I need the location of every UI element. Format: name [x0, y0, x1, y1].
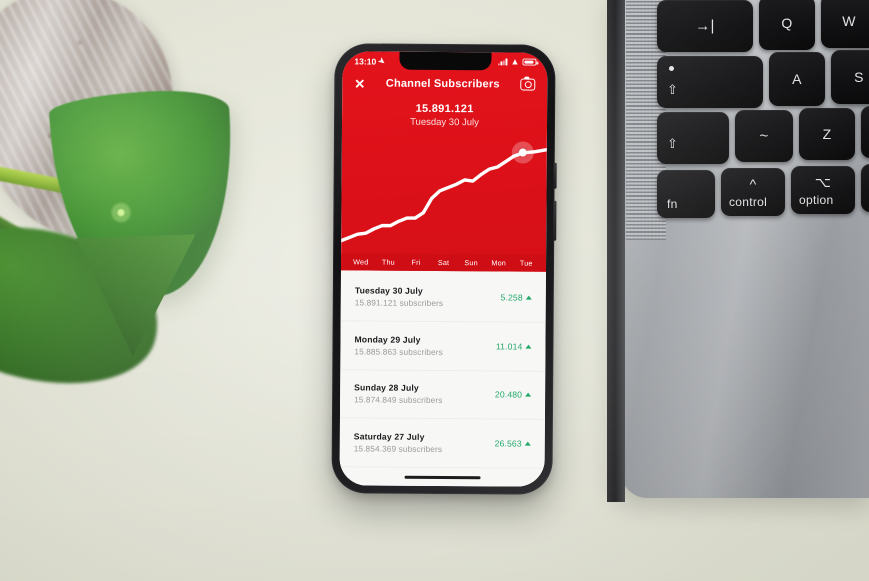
- summary-date: Tuesday 30 July: [410, 116, 479, 129]
- summary-count: 15.891.121: [415, 102, 474, 116]
- list-item-delta: 20.480: [494, 389, 532, 400]
- list-item[interactable]: Tuesday 30 July 15.891.121 subscribers 5…: [340, 272, 546, 323]
- key-shift[interactable]: ⇧: [657, 112, 729, 164]
- phone-screen: 13:10 ➤ ▲ ✕ Channel Subscribers 15.891.1…: [339, 51, 548, 487]
- status-bar-right: ▲: [498, 56, 537, 67]
- key-tab[interactable]: →|: [657, 0, 753, 52]
- key-a[interactable]: A: [769, 52, 825, 106]
- list-item-text: Tuesday 30 July 15.891.121 subscribers: [355, 285, 444, 308]
- key-label: option: [799, 193, 834, 207]
- key-z[interactable]: Z: [799, 108, 855, 160]
- close-x-icon[interactable]: ✕: [354, 76, 365, 91]
- key-w[interactable]: W: [821, 0, 869, 48]
- list-item[interactable]: Saturday 27 July 15.854.369 subscribers …: [339, 418, 545, 469]
- delta-value: 26.563: [494, 438, 522, 449]
- list-item-delta: 26.563: [494, 438, 531, 449]
- key-label: Q: [781, 15, 793, 31]
- cellular-signal-icon: [498, 58, 508, 66]
- list-item-text: Monday 29 July 15.885.863 subscribers: [354, 334, 443, 357]
- key-caps-lock[interactable]: ⇧: [657, 56, 763, 108]
- list-item-delta: 11.014: [496, 341, 532, 351]
- laptop-keyboard: →| Q W ⇧ A S ⇧ ~ Z fn ^ control ⌥ option: [657, 0, 869, 232]
- list-item-title: Tuesday 30 July: [354, 285, 423, 296]
- list-item-subtitle: 15.854.369 subscribers: [353, 444, 443, 455]
- tilde-glyph-icon: ~: [759, 127, 769, 145]
- app-header-section: 13:10 ➤ ▲ ✕ Channel Subscribers 15.891.1…: [340, 51, 548, 272]
- trend-up-icon: [525, 295, 532, 300]
- list-item-title: Saturday 27 July: [353, 431, 425, 442]
- chart-line-path: [341, 148, 547, 243]
- page-title: Channel Subscribers: [385, 77, 500, 91]
- caps-lock-indicator-icon: [669, 66, 674, 71]
- status-bar-time: 13:10: [354, 55, 377, 67]
- list-item[interactable]: Sunday 28 July 15.874.849 subscribers 20…: [339, 369, 546, 420]
- control-caret-icon: ^: [749, 176, 757, 192]
- chart-marker-dot[interactable]: [519, 148, 528, 157]
- key-s[interactable]: S: [831, 50, 869, 104]
- key-fn[interactable]: fn: [657, 170, 715, 218]
- key-q[interactable]: Q: [759, 0, 815, 50]
- smartphone-device: 13:10 ➤ ▲ ✕ Channel Subscribers 15.891.1…: [331, 43, 557, 495]
- key-label: control: [729, 195, 768, 209]
- list-item-subtitle: 15.874.849 subscribers: [354, 395, 443, 406]
- list-item-title: Sunday 28 July: [354, 382, 419, 394]
- key-x[interactable]: [861, 106, 869, 158]
- daily-stats-list: Tuesday 30 July 15.891.121 subscribers 5…: [339, 270, 546, 487]
- list-item-subtitle: 15.891.121 subscribers: [354, 298, 444, 308]
- phone-side-button-upper[interactable]: [553, 162, 557, 189]
- status-bar-left: 13:10 ➤: [354, 55, 387, 67]
- plant-group: [0, 0, 300, 500]
- axis-tick-wed: Wed: [353, 257, 369, 267]
- axis-tick-mon: Mon: [491, 258, 507, 268]
- summary-block: 15.891.121 Tuesday 30 July: [342, 96, 547, 132]
- camera-icon[interactable]: [520, 78, 536, 91]
- list-item-text: Saturday 27 July 15.854.369 subscribers: [354, 432, 443, 455]
- key-label: W: [842, 13, 856, 29]
- chart-x-axis-labels: Wed Thu Fri Sat Sun Mon Tue: [340, 253, 547, 272]
- shift-arrow-icon: ⇧: [667, 136, 679, 151]
- list-item-text: Sunday 28 July 15.874.849 subscribers: [354, 383, 443, 406]
- trend-up-icon: [525, 392, 532, 397]
- location-arrow-icon: ➤: [376, 55, 387, 67]
- axis-tick-tue: Tue: [519, 258, 533, 268]
- delta-value: 11.014: [495, 340, 523, 352]
- wifi-icon: ▲: [510, 56, 520, 67]
- bark-speck: [77, 40, 82, 46]
- key-label: S: [854, 69, 864, 85]
- key-option[interactable]: ⌥ option: [791, 166, 855, 214]
- laptop-edge: [607, 0, 625, 502]
- home-indicator-area: [339, 467, 545, 487]
- axis-tick-sat: Sat: [437, 257, 450, 268]
- key-label: Z: [822, 126, 832, 142]
- key-tilde[interactable]: ~: [735, 110, 793, 162]
- key-command[interactable]: [861, 164, 869, 212]
- trend-up-icon: [525, 344, 532, 349]
- laptop-group: →| Q W ⇧ A S ⇧ ~ Z fn ^ control ⌥ option: [607, 0, 869, 581]
- status-bar: 13:10 ➤ ▲: [342, 51, 547, 71]
- caps-lock-arrow-icon: ⇧: [667, 82, 679, 97]
- axis-tick-fri: Fri: [411, 257, 421, 267]
- delta-value: 20.480: [494, 389, 523, 400]
- list-item-title: Monday 29 July: [354, 334, 421, 345]
- key-control[interactable]: ^ control: [721, 168, 785, 216]
- list-item[interactable]: Monday 29 July 15.885.863 subscribers 11…: [340, 321, 546, 372]
- list-item-delta: 5.258: [501, 292, 532, 302]
- tab-arrow-icon: →|: [695, 17, 715, 35]
- axis-tick-thu: Thu: [381, 257, 395, 267]
- delta-value: 5.258: [500, 292, 523, 303]
- option-glyph-icon: ⌥: [814, 174, 832, 190]
- key-label: A: [792, 71, 802, 87]
- home-indicator-bar[interactable]: [404, 475, 481, 479]
- trend-up-icon: [524, 441, 531, 446]
- battery-full-icon: [522, 58, 537, 66]
- key-label: fn: [667, 197, 678, 211]
- list-item-subtitle: 15.885.863 subscribers: [354, 347, 443, 357]
- axis-tick-sun: Sun: [464, 258, 478, 268]
- subscribers-line-chart[interactable]: [341, 131, 547, 254]
- phone-side-button-lower[interactable]: [553, 200, 557, 241]
- app-navbar: ✕ Channel Subscribers: [342, 70, 547, 97]
